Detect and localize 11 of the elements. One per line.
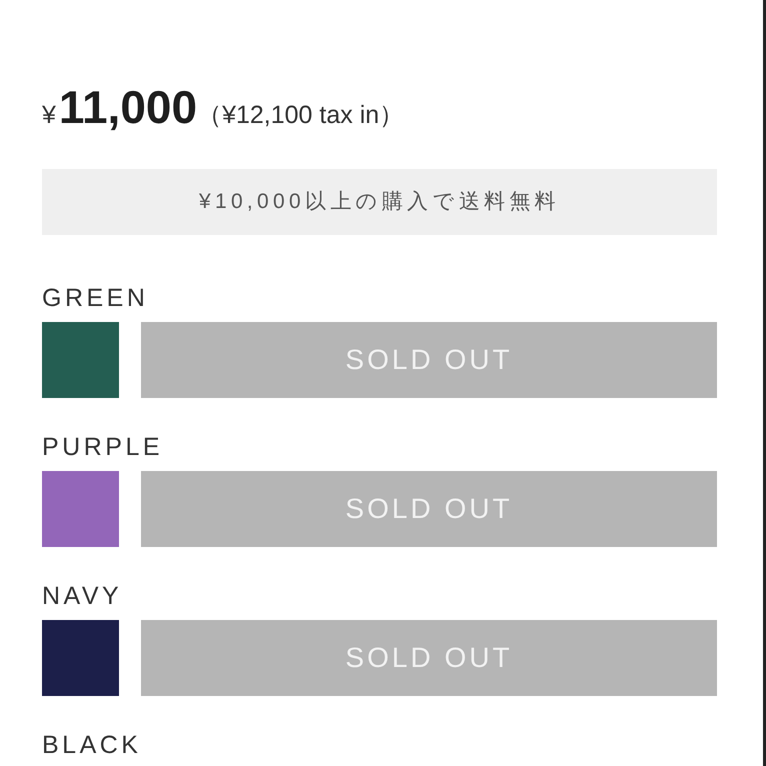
color-swatch-icon[interactable] xyxy=(42,620,119,696)
color-name: PURPLE xyxy=(42,433,164,461)
price-amount: 11,000 xyxy=(58,82,198,132)
tax-included-price: （¥12,100 tax in） xyxy=(197,100,404,131)
color-name: NAVY xyxy=(42,582,122,610)
color-swatch-icon[interactable] xyxy=(42,322,119,398)
color-name: BLACK xyxy=(42,731,142,759)
color-name: GREEN xyxy=(42,284,148,312)
color-swatch-icon[interactable] xyxy=(42,471,119,547)
currency-symbol: ¥ xyxy=(42,100,56,131)
free-shipping-text: ¥10,000以上の購入で送料無料 xyxy=(198,189,560,215)
